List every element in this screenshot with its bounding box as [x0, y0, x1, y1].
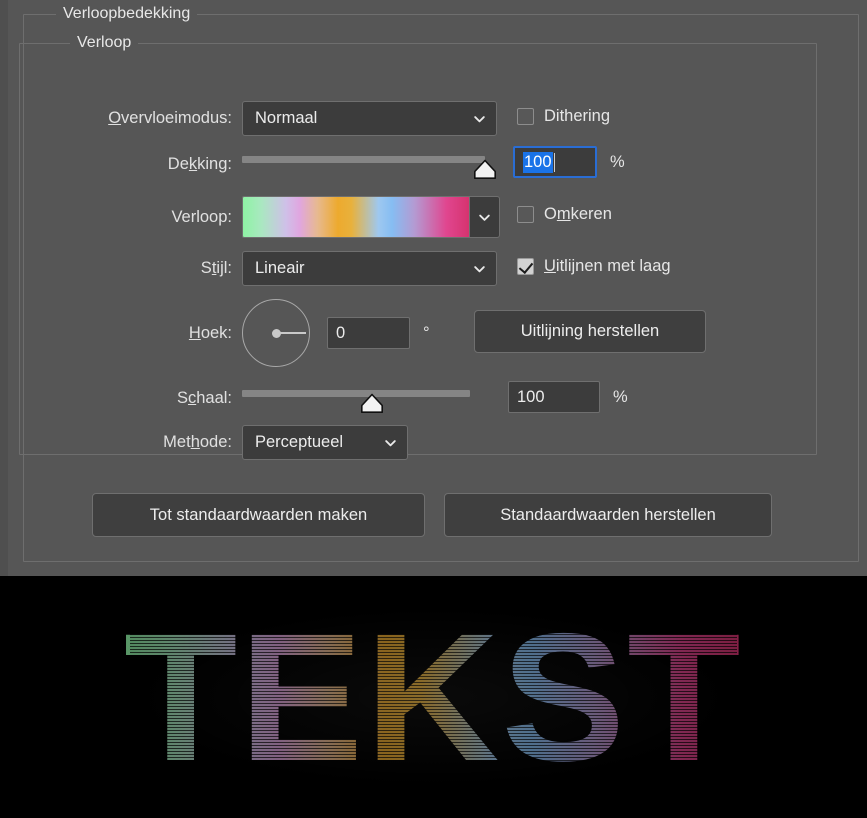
gradient-picker[interactable] — [242, 196, 500, 238]
opacity-unit: % — [610, 152, 625, 171]
reset-alignment-button[interactable]: Uitlijning herstellen — [474, 310, 706, 353]
reverse-label: Omkeren — [544, 205, 612, 223]
gradient-overlay-dialog: Verloopbedekking Verloop Overvloeimodus:… — [0, 0, 867, 576]
opacity-value-row: 100 % — [513, 146, 625, 178]
angle-dial-icon[interactable] — [242, 299, 310, 367]
scale-input-value: 100 — [517, 387, 545, 406]
style-select[interactable]: Lineair — [242, 251, 497, 286]
reset-default-button-label: Standaardwaarden herstellen — [500, 505, 716, 524]
opacity-input-value: 100 — [523, 151, 553, 173]
artwork-container: TEKST — [0, 576, 867, 818]
angle-row: Hoek: 0 ° — [72, 299, 430, 367]
angle-input-value: 0 — [336, 323, 346, 342]
panel-left-strip — [0, 0, 8, 576]
gradient-row: Verloop: — [72, 196, 502, 238]
chevron-down-icon — [473, 112, 486, 125]
blend-mode-value: Normaal — [255, 109, 318, 127]
opacity-slider-track — [242, 156, 485, 163]
method-value: Perceptueel — [255, 433, 344, 451]
angle-input[interactable]: 0 — [327, 317, 410, 349]
align-with-layer-label: Uitlijnen met laag — [544, 257, 671, 275]
reverse-checkbox[interactable]: Omkeren — [517, 205, 612, 224]
angle-unit: ° — [423, 323, 430, 342]
gradient-label: Verloop: — [171, 207, 232, 226]
scale-slider-track — [242, 390, 470, 397]
scale-row: Schaal: — [72, 383, 502, 413]
angle-label: Hoek: — [188, 323, 232, 342]
gradient-swatch[interactable] — [242, 196, 469, 238]
align-with-layer-checkbox[interactable]: Uitlijnen met laag — [517, 257, 671, 276]
chevron-down-icon — [384, 436, 397, 449]
style-value: Lineair — [255, 259, 305, 277]
blend-mode-label: Overvloeimodus: — [108, 109, 232, 127]
reset-alignment-button-label: Uitlijning herstellen — [520, 322, 660, 340]
opacity-row: Dekking: — [72, 149, 502, 179]
reset-default-button[interactable]: Standaardwaarden herstellen — [444, 493, 772, 537]
gradient-group-label: Verloop — [70, 33, 139, 53]
opacity-input[interactable]: 100 — [513, 146, 597, 178]
opacity-slider-thumb[interactable] — [473, 159, 497, 180]
blend-mode-row: Overvloeimodus: Normaal — [72, 101, 502, 136]
text-caret — [553, 152, 555, 172]
blend-mode-select[interactable]: Normaal — [242, 101, 497, 136]
gradient-dropdown-button[interactable] — [469, 196, 500, 238]
make-default-button[interactable]: Tot standaardwaarden maken — [92, 493, 425, 537]
artwork-text-wrap: TEKST — [124, 606, 741, 788]
chevron-down-icon — [478, 211, 491, 224]
method-row: Methode: Perceptueel — [72, 425, 408, 460]
opacity-label: Dekking: — [167, 154, 232, 173]
scale-input[interactable]: 100 — [508, 381, 600, 413]
gradient-overlay-group-label: Verloopbedekking — [56, 4, 198, 24]
method-select[interactable]: Perceptueel — [242, 425, 408, 460]
scale-unit: % — [613, 387, 628, 406]
angle-dial-hub — [271, 328, 281, 338]
scale-label: Schaal: — [176, 388, 232, 407]
scale-slider-thumb[interactable] — [360, 393, 384, 414]
checkbox-checked-icon — [517, 258, 534, 275]
screen: Verloopbedekking Verloop Overvloeimodus:… — [0, 0, 867, 818]
document-canvas[interactable]: TEKST — [0, 576, 867, 818]
checkbox-unchecked-icon — [517, 206, 534, 223]
scale-slider[interactable] — [242, 383, 470, 413]
chevron-down-icon — [473, 262, 486, 275]
opacity-slider[interactable] — [242, 149, 496, 179]
style-row: Stijl: Lineair — [72, 251, 502, 286]
make-default-button-label: Tot standaardwaarden maken — [149, 505, 368, 524]
angle-dial-needle — [276, 332, 306, 334]
style-label: Stijl: — [200, 259, 232, 277]
dithering-checkbox[interactable]: Dithering — [517, 107, 610, 126]
artwork-text: TEKST — [124, 595, 743, 799]
method-label: Methode: — [163, 433, 232, 451]
dithering-label: Dithering — [544, 107, 611, 125]
scale-value-row: 100 % — [508, 381, 628, 413]
checkbox-unchecked-icon — [517, 108, 534, 125]
